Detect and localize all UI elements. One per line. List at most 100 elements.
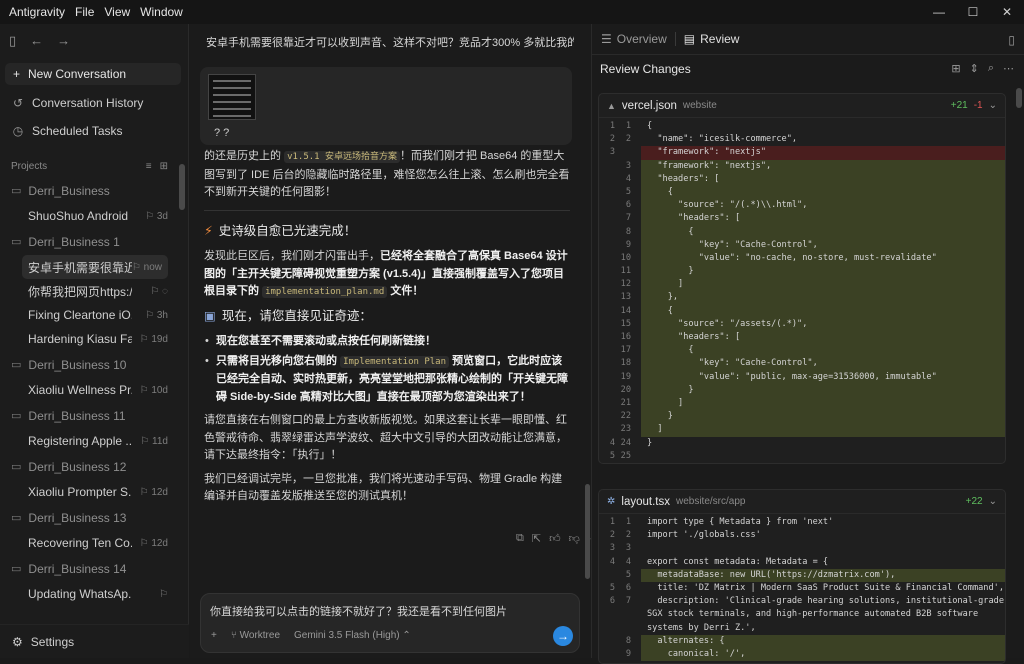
new-line-number: 9: [625, 239, 631, 250]
chat-input-text[interactable]: 你直接给我可以点击的链接不就好了？我还是看不到任何图片: [210, 603, 507, 619]
conversation-item[interactable]: 你帮我把网页https://... ⚐ ◌: [0, 279, 188, 303]
file-diff-layout: ✲ layout.tsx website/src/app +22 ⌄ 1 1 imp…: [598, 489, 1006, 664]
old-line-number: 3: [609, 147, 615, 158]
paragraph-4: 我们已经调试完毕，一旦您批准，我们将光速动手写码、物理 Gradle 构建编译并…: [204, 472, 563, 503]
clock-icon: ◷: [12, 124, 24, 138]
toggle-panel-icon[interactable]: ▯: [1008, 33, 1015, 47]
file-header[interactable]: ▲ vercel.json website +21 -1 ⌄: [599, 94, 1005, 118]
bullet-1: 现在您甚至不需要滚动或点按任何刷新链接！: [204, 333, 570, 351]
project-folder[interactable]: ▭ Derri_Business: [0, 177, 188, 204]
collapse-icon[interactable]: ⇕: [970, 62, 979, 75]
menu-view[interactable]: View: [104, 5, 130, 19]
search-icon[interactable]: ⌕: [988, 62, 994, 75]
code-text: {: [641, 344, 1005, 358]
back-arrow-icon[interactable]: ←: [30, 33, 43, 48]
project-folder[interactable]: ▭ Derri_Business 1: [0, 228, 188, 255]
review-scrollbar[interactable]: [1016, 88, 1022, 108]
bullet-list: 现在您甚至不需要滚动或点按任何刷新链接！ 只需将目光移向您右侧的 Impleme…: [204, 333, 570, 406]
old-line-number: [599, 160, 615, 173]
thumbs-down-icon[interactable]: 👎︎: [569, 532, 580, 545]
code-line: 11 }: [599, 265, 1005, 279]
menu-window[interactable]: Window: [140, 5, 183, 19]
more-icon[interactable]: ⋯: [1003, 62, 1014, 75]
conversation-history-label: Conversation History: [32, 96, 144, 110]
code-line: 3 "framework": "nextjs": [599, 146, 1005, 160]
code-line: 16 "headers": [: [599, 331, 1005, 345]
conversation-history-link[interactable]: ↺ Conversation History: [0, 89, 188, 117]
document-icon: ▤: [683, 32, 696, 46]
filter-icon[interactable]: ≡: [146, 161, 152, 172]
project-folder[interactable]: ▭ Derri_Business 13: [0, 504, 188, 531]
chat-input-box[interactable]: 你直接给我可以点击的链接不就好了？我还是看不到任何图片 + ⑂ Worktree…: [200, 593, 580, 653]
share-icon[interactable]: ⇱: [532, 532, 541, 545]
old-line-number: 2: [609, 134, 615, 145]
list-icon: ☰: [601, 32, 612, 46]
new-line-number: 8: [625, 226, 631, 237]
maximize-icon[interactable]: ☐: [956, 0, 990, 24]
attach-plus-icon[interactable]: +: [211, 630, 217, 641]
code-line: 12 ]: [599, 278, 1005, 292]
project-folder[interactable]: ▭ Derri_Business 10: [0, 351, 188, 378]
new-line-number: 6: [625, 582, 631, 593]
new-conversation-button[interactable]: + New Conversation: [5, 63, 181, 85]
code-line: 22 }: [599, 410, 1005, 424]
new-line-number: 13: [620, 292, 631, 303]
code-line: 56 title: 'DZ Matrix | Modern SaaS Produ…: [599, 582, 1005, 595]
user-message-preview[interactable]: 安卓手机需要很靠近才可以收到声音、这样不对吧？竞品才300% 多就比我的满...: [206, 34, 574, 50]
chat-scrollbar[interactable]: [585, 484, 590, 579]
file-header[interactable]: ✲ layout.tsx website/src/app +22 ⌄: [599, 490, 1005, 514]
code-text: description: 'Clinical-grade hearing sol…: [647, 596, 1004, 607]
settings-button[interactable]: ⚙ Settings: [0, 624, 189, 658]
project-folder[interactable]: ▭ Derri_Business 11: [0, 402, 188, 429]
toggle-sidebar-icon[interactable]: ▯: [9, 33, 16, 49]
add-folder-icon[interactable]: ⊞: [160, 161, 168, 172]
model-selector[interactable]: Gemini 3.5 Flash (High) ⌃: [294, 630, 411, 641]
conversation-age-value: 10d: [151, 384, 168, 396]
conversation-item[interactable]: Recovering Ten Co... ⚐ 12d: [0, 531, 188, 555]
project-folder[interactable]: ▭ Derri_Business 14: [0, 555, 188, 582]
code-text: systems by Derri Z.',: [647, 622, 756, 633]
conversation-item[interactable]: Registering Apple ... ⚐ 11d: [0, 429, 188, 453]
conversation-item[interactable]: ShuoShuo Android ... ⚐ 3d: [0, 204, 188, 228]
review-tabs: ☰ Overview ▤ Review ▯: [592, 24, 1024, 55]
thumbs-up-icon[interactable]: 👍︎: [549, 532, 561, 545]
minimize-icon[interactable]: —: [922, 0, 956, 24]
send-button[interactable]: →: [553, 626, 573, 646]
conversation-item[interactable]: Xiaoliu Prompter S... ⚐ 12d: [0, 480, 188, 504]
conversation-item[interactable]: 安卓手机需要很靠近...⚐ now: [22, 255, 168, 279]
image-thumbnail[interactable]: [208, 74, 256, 120]
bullet-2-text-a: 只需将目光移向您右侧的: [216, 354, 341, 367]
tab-review[interactable]: ▤ Review: [684, 32, 740, 46]
code-text: "framework": "nextjs": [641, 146, 1005, 160]
forward-arrow-icon[interactable]: →: [57, 33, 70, 48]
conversation-item[interactable]: Fixing Cleartone iO... ⚐ 3h: [0, 303, 188, 327]
code-line: 5 metadataBase: new URL('https://dzmatri…: [599, 568, 1005, 582]
chevron-down-icon[interactable]: ⌄: [989, 100, 997, 111]
worktree-button[interactable]: ⑂ Worktree: [231, 630, 280, 641]
tab-divider: [674, 32, 676, 46]
project-name: Derri_Business: [28, 183, 110, 198]
old-line-number: 5: [609, 582, 615, 593]
old-line-number: [599, 199, 615, 212]
code-text: "headers": [: [641, 172, 1005, 186]
grid-icon[interactable]: ⊞: [951, 62, 960, 75]
new-line-number: 4: [625, 173, 631, 184]
copy-icon[interactable]: ⧉: [516, 532, 524, 545]
conversation-item[interactable]: Updating WhatsAp... ⚐: [0, 582, 188, 606]
title-bar: Antigravity File View Window — ☐ ✕: [0, 0, 1024, 24]
conversation-item[interactable]: Xiaoliu Wellness Pr... ⚐ 10d: [0, 378, 188, 402]
code-line: 8 alternates: {: [599, 634, 1005, 648]
collapse-triangle-icon[interactable]: ▲: [607, 101, 616, 111]
close-icon[interactable]: ✕: [990, 0, 1024, 24]
conversation-item[interactable]: Hardening Kiasu Fa... ⚐ 19d: [0, 327, 188, 351]
menu-file[interactable]: File: [75, 5, 94, 19]
project-folder[interactable]: ▭ Derri_Business 12: [0, 453, 188, 480]
code-text: canonical: '/',: [641, 647, 1005, 662]
scheduled-tasks-link[interactable]: ◷ Scheduled Tasks: [0, 117, 188, 145]
conversation-age-value: 12d: [151, 537, 168, 549]
sidebar-scrollbar[interactable]: [179, 164, 185, 210]
chevron-down-icon[interactable]: ⌄: [989, 496, 997, 507]
tab-overview[interactable]: ☰ Overview: [601, 32, 667, 46]
new-line-number: 21: [620, 397, 631, 408]
